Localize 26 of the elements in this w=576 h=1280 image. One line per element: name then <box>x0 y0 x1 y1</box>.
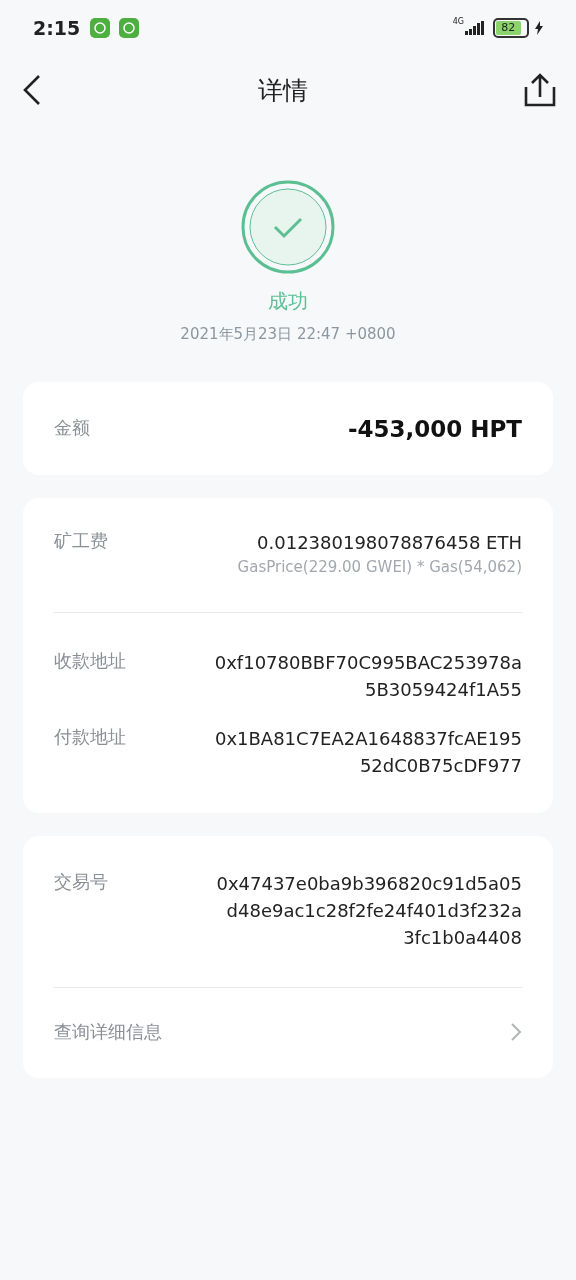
share-button[interactable] <box>524 73 556 107</box>
field-label: 交易号 <box>54 870 108 894</box>
fee-value: 0.012380198078876458 ETH <box>257 531 522 555</box>
fee-label: 矿工费 <box>54 529 108 553</box>
amount-value: -453,000 HPT <box>347 416 522 442</box>
back-icon <box>22 74 42 106</box>
back-button[interactable] <box>22 74 42 106</box>
network-type: 4G <box>452 17 464 26</box>
field-label: 收款地址 <box>54 649 126 673</box>
gas-detail: GasPrice(229.00 GWEI) * Gas(54,062) <box>237 558 522 576</box>
status-time: 2:15 <box>33 16 81 39</box>
app-notification-icon <box>90 17 111 38</box>
address-value: 0x1BA81C7EA2A1648837fcAE195 52dC0B75cDF977 <box>214 727 522 778</box>
battery-icon: 82 <box>493 17 529 38</box>
page-title: 详情 <box>258 74 308 107</box>
status-text: 成功 <box>268 288 308 315</box>
share-icon <box>524 73 556 107</box>
signal-icon <box>465 20 485 35</box>
address-value: 0xf10780BBF70C995BAC253978a 5B3059424f1A55 <box>214 651 522 702</box>
details-link[interactable]: 查询详细信息 <box>54 996 522 1072</box>
transaction-time: 2021年5月23日 22:47 +0800 <box>180 325 396 344</box>
field-label: 付款地址 <box>54 725 126 749</box>
app-notification-icon <box>119 17 140 38</box>
chevron-right-icon <box>510 1022 522 1042</box>
amount-label: 金额 <box>54 416 90 440</box>
address-value: 0x47437e0ba9b396820c91d5a05 d48e9ac1c28f2fe24f401d3f232a 3fc1b0a4408 <box>216 872 522 950</box>
